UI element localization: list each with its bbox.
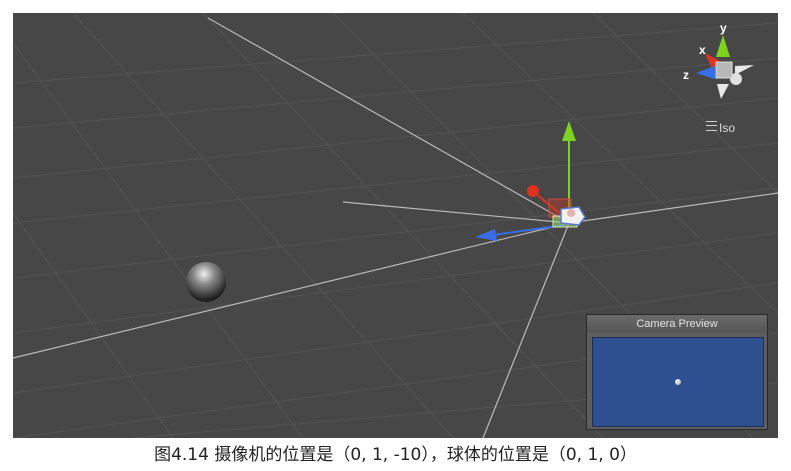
preview-sphere [675, 379, 681, 385]
y-axis-arrow-icon [562, 121, 576, 141]
gizmo-z-cone-icon [696, 66, 715, 79]
figure-caption: 图4.14 摄像机的位置是（0, 1, -10），球体的位置是（0, 1, 0） [154, 445, 637, 465]
sphere-object[interactable] [186, 262, 226, 302]
projection-toggle[interactable]: Iso [706, 121, 735, 135]
menu-icon [706, 121, 717, 131]
projection-label: Iso [719, 121, 736, 135]
orientation-gizmo[interactable]: y x z [683, 21, 754, 99]
z-axis-arrow-icon [475, 229, 497, 241]
camera-preview-viewport [592, 337, 764, 427]
gizmo-x-label: x [699, 43, 706, 57]
move-tool-gizmo[interactable] [475, 121, 586, 241]
gizmo-y-cone-icon [716, 35, 730, 57]
x-axis-handle-icon [527, 185, 539, 197]
camera-preview-title: Camera Preview [587, 315, 767, 333]
scene-view[interactable]: y x z Iso Camera Preview [13, 13, 778, 438]
gizmo-z-label: z [683, 68, 689, 82]
camera-preview-panel: Camera Preview [586, 314, 768, 430]
gizmo-y-label: y [720, 21, 727, 35]
